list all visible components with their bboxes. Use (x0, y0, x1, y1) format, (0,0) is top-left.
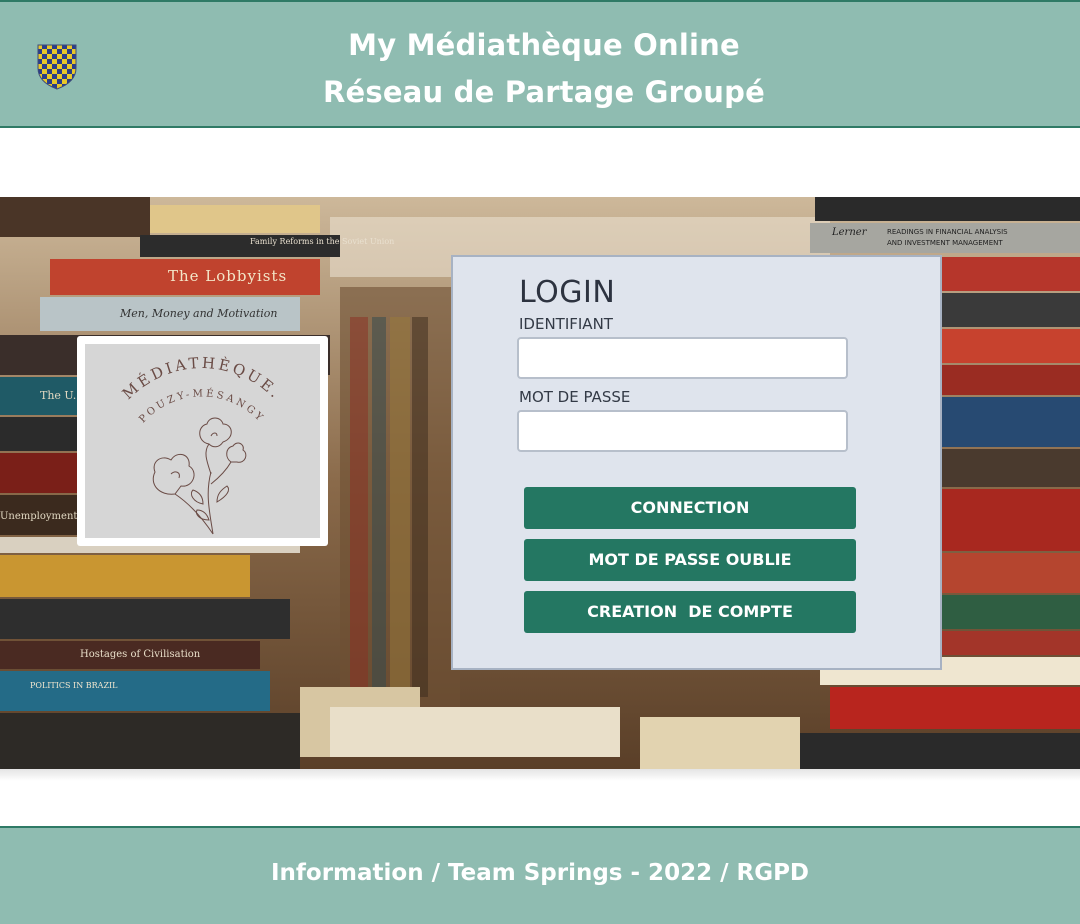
site-title: My Médiathèque Online (348, 28, 740, 62)
site-subtitle: Réseau de Partage Groupé (323, 75, 765, 109)
create-account-button[interactable]: CREATION DE COMPTE (524, 591, 856, 633)
book-spine-readings-2: AND INVESTMENT MANAGEMENT (887, 239, 1003, 247)
password-input[interactable] (517, 410, 848, 452)
footer-bar: Information / Team Springs - 2022 / RGPD (0, 826, 1080, 924)
book-spine-lobbyists: The Lobbyists (168, 267, 288, 285)
book-spine-men-money: Men, Money and Motivation (120, 307, 278, 320)
password-label: MOT DE PASSE (519, 388, 631, 406)
connection-button[interactable]: CONNECTION (524, 487, 856, 529)
book-spine-hostages: Hostages of Civilisation (80, 649, 201, 660)
login-title: LOGIN (519, 275, 616, 310)
book-spine-politics-brazil: POLITICS IN BRAZIL (30, 681, 118, 690)
library-logo: MÉDIATHÈQUE. POUZY-MÉSANGY (85, 344, 320, 538)
flower-logo-icon: MÉDIATHÈQUE. POUZY-MÉSANGY (119, 354, 283, 535)
header-titles: My Médiathèque Online Réseau de Partage … (0, 22, 1080, 116)
header-bar: My Médiathèque Online Réseau de Partage … (0, 0, 1080, 128)
forgot-password-button[interactable]: MOT DE PASSE OUBLIE (524, 539, 856, 581)
logo-text-town: POUZY-MÉSANGY (137, 387, 263, 425)
book-spine-readings-1: READINGS IN FINANCIAL ANALYSIS (887, 228, 1008, 236)
identifiant-input[interactable] (517, 337, 848, 379)
svg-text:POUZY-MÉSANGY: POUZY-MÉSANGY (137, 387, 266, 425)
book-spine-unemployment: Unemployment (0, 511, 78, 522)
identifiant-label: IDENTIFIANT (519, 315, 613, 333)
book-spine-family-reforms: Family Reforms in the Soviet Union (250, 237, 395, 246)
footer-links[interactable]: Information / Team Springs - 2022 / RGPD (0, 860, 1080, 886)
hero-shadow (0, 769, 1080, 781)
login-panel: LOGIN IDENTIFIANT MOT DE PASSE CONNECTIO… (451, 255, 942, 670)
book-spine-lerner: Lerner (832, 227, 867, 238)
library-logo-card: MÉDIATHÈQUE. POUZY-MÉSANGY (77, 336, 328, 546)
